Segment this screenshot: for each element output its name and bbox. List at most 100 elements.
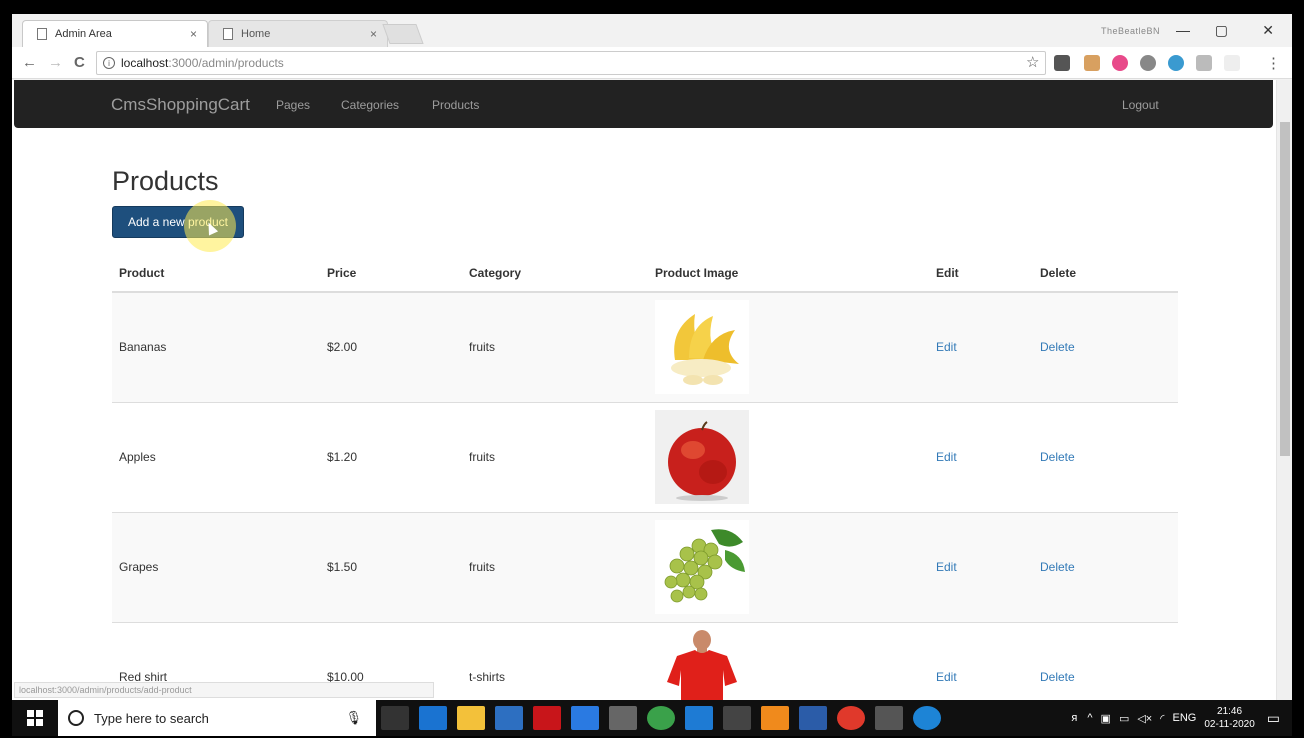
- grapes-image: [655, 520, 749, 614]
- extension-icon[interactable]: [1196, 55, 1212, 71]
- table-row: Grapes $1.50 fruits Edit Delete: [112, 511, 1178, 622]
- product-image-cell: [648, 291, 929, 402]
- info-icon[interactable]: i: [103, 57, 115, 69]
- edit-link[interactable]: Edit: [936, 670, 957, 684]
- taskbar-search-input[interactable]: Type here to search 🎙: [58, 700, 376, 736]
- bookmark-star-icon[interactable]: ☆: [1026, 53, 1039, 71]
- nav-link-categories[interactable]: Categories: [341, 98, 399, 112]
- product-name: Grapes: [112, 511, 320, 622]
- chrome-icon[interactable]: [837, 706, 865, 730]
- mail-icon[interactable]: [609, 706, 637, 730]
- product-price: $1.50: [320, 511, 462, 622]
- tab-title: Admin Area: [55, 28, 112, 40]
- tab-close-icon[interactable]: ×: [370, 27, 377, 41]
- products-table: Product Price Category Product Image Edi…: [112, 254, 1178, 700]
- column-header-image: Product Image: [648, 254, 929, 293]
- page-scrollbar[interactable]: [1276, 80, 1292, 700]
- photos-icon[interactable]: [875, 706, 903, 730]
- store-icon[interactable]: [495, 706, 523, 730]
- table-header-row: Product Price Category Product Image Edi…: [112, 254, 1178, 293]
- netflix-icon[interactable]: [533, 706, 561, 730]
- edit-link[interactable]: Edit: [936, 450, 957, 464]
- terminal-icon[interactable]: [723, 706, 751, 730]
- edit-link[interactable]: Edit: [936, 560, 957, 574]
- scrollbar-thumb[interactable]: [1280, 122, 1290, 456]
- nav-link-products[interactable]: Products: [432, 98, 479, 112]
- chrome-menu-icon[interactable]: ⋮: [1266, 54, 1281, 72]
- reload-icon[interactable]: C: [74, 54, 85, 71]
- restore-icon[interactable]: ▢: [1215, 22, 1228, 39]
- task-view-icon[interactable]: [381, 706, 409, 730]
- delete-link[interactable]: Delete: [1040, 450, 1075, 464]
- back-icon[interactable]: ←: [22, 54, 37, 71]
- close-window-icon[interactable]: ✕: [1262, 22, 1274, 39]
- start-button[interactable]: [12, 700, 58, 736]
- help-icon[interactable]: [913, 706, 941, 730]
- tab-admin-area[interactable]: Admin Area ×: [22, 20, 208, 47]
- dropbox-icon[interactable]: [571, 706, 599, 730]
- product-category: fruits: [462, 291, 648, 402]
- page-icon: [37, 28, 47, 40]
- cortana-icon: [68, 710, 84, 726]
- delete-link[interactable]: Delete: [1040, 340, 1075, 354]
- brand-link[interactable]: CmsShoppingCart: [111, 95, 250, 115]
- red-shirt-image: [655, 630, 749, 700]
- tab-close-icon[interactable]: ×: [190, 27, 197, 41]
- column-header-price: Price: [320, 254, 462, 293]
- battery-icon[interactable]: ▭: [1119, 712, 1129, 725]
- page-icon: [223, 28, 233, 40]
- product-image-cell: [648, 401, 929, 512]
- file-explorer-icon[interactable]: [457, 706, 485, 730]
- word-icon[interactable]: [799, 706, 827, 730]
- minimize-icon[interactable]: —: [1176, 22, 1190, 38]
- extension-icon[interactable]: [1140, 55, 1156, 71]
- sublime-icon[interactable]: [761, 706, 789, 730]
- extension-icon[interactable]: [1224, 55, 1240, 71]
- wifi-icon[interactable]: ◜: [1160, 712, 1164, 725]
- tab-title: Home: [241, 28, 271, 40]
- url-host: localhost: [121, 56, 169, 70]
- url-input[interactable]: i localhost :3000/admin/products: [96, 51, 1046, 75]
- table-row: Apples $1.20 fruits Edit Delete: [112, 401, 1178, 512]
- delete-link[interactable]: Delete: [1040, 560, 1075, 574]
- column-header-product: Product: [112, 254, 320, 293]
- edge-icon[interactable]: [419, 706, 447, 730]
- apple-image: [655, 410, 749, 504]
- extension-icon[interactable]: [1084, 55, 1100, 71]
- windows-logo-icon: [27, 710, 43, 726]
- address-bar-row: ← → C i localhost :3000/admin/products ☆…: [12, 47, 1292, 79]
- product-category: fruits: [462, 511, 648, 622]
- banana-image: [655, 300, 749, 395]
- edit-link[interactable]: Edit: [936, 340, 957, 354]
- clock[interactable]: 21:46 02-11-2020: [1204, 705, 1254, 731]
- logout-link[interactable]: Logout: [1122, 98, 1159, 112]
- volume-icon[interactable]: ◁×: [1137, 712, 1152, 725]
- add-product-button[interactable]: Add a new product: [112, 206, 244, 238]
- extension-icon[interactable]: [1168, 55, 1184, 71]
- notification-icon[interactable]: ▭: [1267, 710, 1280, 727]
- browser-window: Admin Area × Home × TheBeatleBN — ▢ ✕ ← …: [12, 14, 1292, 700]
- vscode-icon[interactable]: [685, 706, 713, 730]
- delete-link[interactable]: Delete: [1040, 670, 1075, 684]
- mongodb-icon[interactable]: [647, 706, 675, 730]
- forward-icon[interactable]: →: [48, 54, 63, 71]
- microphone-icon[interactable]: 🎙: [345, 710, 362, 726]
- tab-home[interactable]: Home ×: [208, 20, 388, 47]
- nav-link-pages[interactable]: Pages: [276, 98, 310, 112]
- color-extension-icon[interactable]: [1112, 55, 1128, 71]
- product-category: t-shirts: [462, 621, 648, 700]
- site-navbar: CmsShoppingCart Pages Categories Product…: [14, 80, 1273, 128]
- chevron-up-icon[interactable]: ^: [1087, 712, 1092, 724]
- column-header-edit: Edit: [929, 254, 1033, 293]
- profile-name[interactable]: TheBeatleBN: [1101, 26, 1160, 36]
- language-indicator[interactable]: ENG: [1173, 712, 1197, 724]
- system-tray: ᴙ ^ ▣ ▭ ◁× ◜ ENG 21:46 02-11-2020 ▭: [1071, 700, 1292, 736]
- table-row: Bananas $2.00 fruits Edit Delete: [112, 291, 1178, 402]
- product-price: $1.20: [320, 401, 462, 512]
- people-icon[interactable]: ᴙ: [1071, 712, 1077, 724]
- page-viewport: CmsShoppingCart Pages Categories Product…: [12, 80, 1292, 700]
- dnd-extension-icon[interactable]: [1054, 55, 1070, 71]
- tray-app-icon[interactable]: ▣: [1101, 712, 1111, 725]
- product-image-cell: [648, 511, 929, 622]
- new-tab-button[interactable]: [382, 24, 424, 44]
